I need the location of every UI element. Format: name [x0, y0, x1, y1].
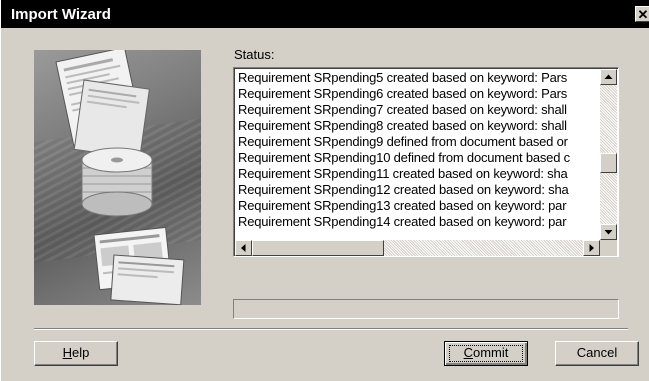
cancel-button-label: Cancel [576, 345, 618, 360]
scroll-left-button[interactable] [235, 240, 252, 256]
help-mnemonic: H [62, 345, 73, 360]
vertical-scrollbar[interactable] [600, 69, 617, 240]
help-button-label: Help [63, 345, 90, 360]
scroll-right-button[interactable] [583, 240, 600, 256]
scrollbar-corner [600, 240, 617, 256]
list-item[interactable]: Requirement SRpending12 created based on… [238, 182, 598, 198]
document-icon [73, 79, 150, 160]
close-icon: ✕ [637, 7, 649, 22]
document-icon [110, 254, 185, 305]
horizontal-scrollbar[interactable] [235, 240, 600, 256]
commit-button[interactable]: Commit [444, 341, 528, 366]
list-item[interactable]: Requirement SRpending13 created based on… [238, 198, 598, 214]
import-wizard-dialog: Import Wizard ✕ Status: Requirement SRpe… [0, 0, 649, 381]
status-label: Status: [234, 47, 275, 62]
status-list[interactable]: Requirement SRpending5 created based on … [233, 67, 619, 257]
list-item[interactable]: Requirement SRpending5 created based on … [238, 70, 598, 86]
list-item[interactable]: Requirement SRpending10 defined from doc… [238, 150, 598, 166]
vertical-scroll-thumb[interactable] [600, 153, 617, 173]
wizard-illustration [34, 50, 201, 305]
list-item[interactable]: Requirement SRpending7 created based on … [238, 102, 598, 118]
scroll-up-button[interactable] [600, 69, 617, 85]
list-item[interactable]: Requirement SRpending9 defined from docu… [238, 134, 598, 150]
help-button[interactable]: Help [34, 341, 118, 366]
disc-stack-icon [81, 147, 153, 217]
window-title: Import Wizard [11, 6, 111, 23]
cancel-button[interactable]: Cancel [555, 341, 639, 366]
list-item[interactable]: Requirement SRpending11 created based on… [238, 166, 598, 182]
triangle-left-icon [241, 244, 246, 252]
scroll-down-button[interactable] [600, 224, 617, 240]
list-item[interactable]: Requirement SRpending14 created based on… [238, 214, 598, 230]
horizontal-scroll-thumb[interactable] [252, 240, 384, 256]
commit-button-label: Commit [464, 345, 509, 360]
list-item[interactable]: Requirement SRpending8 created based on … [238, 118, 598, 134]
list-item[interactable]: Requirement SRpending6 created based on … [238, 86, 598, 102]
close-button[interactable]: ✕ [635, 6, 649, 22]
commit-mnemonic: C [463, 345, 473, 360]
title-bar[interactable]: Import Wizard ✕ [1, 0, 649, 28]
status-lines: Requirement SRpending5 created based on … [238, 70, 598, 240]
commit-label-rest: ommit [473, 345, 509, 360]
button-divider [34, 328, 628, 330]
help-label-rest: elp [72, 345, 90, 360]
progress-bar [233, 299, 619, 319]
triangle-right-icon [589, 244, 594, 252]
triangle-down-icon [604, 230, 613, 235]
documents-and-discs-graphic [55, 50, 185, 305]
triangle-up-icon [604, 74, 613, 79]
